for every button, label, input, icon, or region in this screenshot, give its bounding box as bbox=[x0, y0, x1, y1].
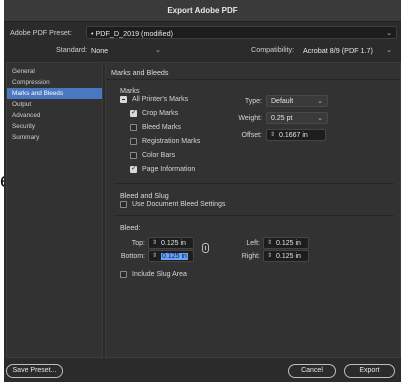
page-information-label: Page Information bbox=[142, 166, 196, 173]
marks-and-bleeds-panel: Marks and Bleeds Marks All Printer's Mar… bbox=[105, 62, 401, 358]
window-title: Export Adobe PDF bbox=[4, 0, 401, 22]
use-document-bleed-label: Use Document Bleed Settings bbox=[132, 201, 226, 208]
chevron-down-icon: ⌄ bbox=[155, 47, 161, 54]
chevron-down-icon: ⌄ bbox=[386, 30, 392, 37]
stepper-icon: ⇕ bbox=[152, 253, 158, 259]
top-bleed-input[interactable]: ⇕ 0.125 in bbox=[148, 237, 194, 249]
type-label: Type: bbox=[244, 98, 262, 105]
left-bleed-value: 0.125 in bbox=[276, 240, 301, 247]
weight-label: Weight: bbox=[238, 115, 262, 122]
bleed-marks-checkbox[interactable]: Bleed Marks bbox=[130, 124, 181, 131]
sidebar-item-output[interactable]: Output bbox=[7, 99, 102, 110]
offset-value: 0.1667 in bbox=[279, 132, 308, 139]
bleed-label: Bleed: bbox=[120, 223, 141, 232]
marks-section-title: Marks bbox=[120, 86, 140, 95]
sidebar-item-summary[interactable]: Summary bbox=[7, 132, 102, 143]
section-divider bbox=[114, 183, 394, 184]
checkbox-unchecked-icon bbox=[130, 138, 137, 145]
checkbox-unchecked-icon bbox=[130, 124, 137, 131]
left-bleed-input[interactable]: ⇕ 0.125 in bbox=[263, 237, 309, 249]
type-value: Default bbox=[271, 98, 294, 105]
export-button[interactable]: Export bbox=[344, 364, 395, 378]
compatibility-select[interactable]: Acrobat 8/9 (PDF 1.7) ⌄ bbox=[298, 43, 397, 56]
weight-select[interactable]: 0.25 pt ⌄ bbox=[266, 112, 328, 124]
registration-marks-label: Registration Marks bbox=[142, 138, 201, 145]
crop-marks-checkbox[interactable]: Crop Marks bbox=[130, 108, 179, 117]
standard-select[interactable]: None ⌄ bbox=[86, 43, 166, 56]
include-slug-label: Include Slug Area bbox=[132, 271, 187, 278]
standard-row: Standard: None ⌄ Compatibility: Acrobat … bbox=[4, 43, 401, 57]
stepper-icon: ⇕ bbox=[270, 132, 276, 138]
left-label: Left: bbox=[246, 240, 260, 247]
top-label: Top: bbox=[131, 240, 145, 247]
stepper-icon: ⇕ bbox=[267, 240, 273, 246]
weight-value: 0.25 pt bbox=[271, 115, 293, 122]
color-bars-checkbox[interactable]: Color Bars bbox=[130, 152, 175, 159]
stepper-icon: ⇕ bbox=[152, 240, 158, 246]
preset-value: • PDF_D_2019 (modified) bbox=[91, 29, 174, 38]
preset-label: Adobe PDF Preset: bbox=[10, 28, 72, 37]
chain-link-icon[interactable] bbox=[202, 243, 209, 253]
standard-value: None bbox=[91, 46, 109, 55]
checkbox-unchecked-icon bbox=[120, 201, 127, 208]
checkbox-unchecked-icon bbox=[130, 152, 137, 159]
right-label: Right: bbox=[241, 253, 260, 260]
panel-divider bbox=[106, 79, 400, 80]
use-document-bleed-checkbox[interactable]: Use Document Bleed Settings bbox=[120, 201, 225, 208]
offset-input[interactable]: ⇕ 0.1667 in bbox=[266, 129, 326, 141]
bottom-bleed-value: 0.125 in bbox=[161, 253, 188, 260]
panel-title: Marks and Bleeds bbox=[111, 68, 169, 77]
sidebar-item-general[interactable]: General bbox=[7, 66, 102, 77]
compatibility-label: Compatibility: bbox=[251, 45, 295, 54]
right-bleed-input[interactable]: ⇕ 0.125 in bbox=[263, 250, 309, 262]
chevron-down-icon: ⌄ bbox=[317, 115, 323, 122]
sidebar-item-security[interactable]: Security bbox=[7, 121, 102, 132]
chevron-down-icon: ⌄ bbox=[386, 47, 392, 54]
page-information-checkbox[interactable]: Page Information bbox=[130, 164, 196, 173]
chevron-down-icon: ⌄ bbox=[317, 98, 323, 105]
bottom-bleed-input[interactable]: ⇕ 0.125 in bbox=[148, 250, 194, 262]
preset-select[interactable]: • PDF_D_2019 (modified) ⌄ bbox=[86, 26, 397, 39]
preset-row: Adobe PDF Preset: • PDF_D_2019 (modified… bbox=[4, 26, 401, 40]
checkbox-checked-icon bbox=[130, 108, 137, 117]
standard-label: Standard: bbox=[56, 45, 88, 54]
bleed-slug-section-title: Bleed and Slug bbox=[120, 191, 169, 200]
bleed-marks-label: Bleed Marks bbox=[142, 124, 181, 131]
compatibility-value: Acrobat 8/9 (PDF 1.7) bbox=[303, 46, 373, 55]
crop-marks-label: Crop Marks bbox=[142, 110, 179, 117]
include-slug-checkbox[interactable]: Include Slug Area bbox=[120, 271, 187, 278]
sidebar-item-marks-and-bleeds[interactable]: Marks and Bleeds bbox=[7, 88, 102, 99]
save-preset-button[interactable]: Save Preset... bbox=[6, 364, 63, 378]
sidebar-item-advanced[interactable]: Advanced bbox=[7, 110, 102, 121]
category-sidebar: General Compression Marks and Bleeds Out… bbox=[6, 62, 103, 358]
sidebar-item-compression[interactable]: Compression bbox=[7, 77, 102, 88]
type-select[interactable]: Default ⌄ bbox=[266, 95, 328, 107]
right-bleed-value: 0.125 in bbox=[276, 253, 301, 260]
checkbox-unchecked-icon bbox=[120, 271, 127, 278]
checkbox-indeterminate-icon bbox=[120, 96, 127, 103]
section-divider bbox=[114, 215, 394, 216]
cancel-button[interactable]: Cancel bbox=[288, 364, 336, 378]
stepper-icon: ⇕ bbox=[267, 253, 273, 259]
offset-label: Offset: bbox=[241, 132, 263, 139]
bottom-label: Bottom: bbox=[120, 253, 145, 260]
color-bars-label: Color Bars bbox=[142, 152, 176, 159]
top-bleed-value: 0.125 in bbox=[161, 240, 186, 247]
export-pdf-dialog: Export Adobe PDF Adobe PDF Preset: • PDF… bbox=[4, 0, 401, 382]
registration-marks-checkbox[interactable]: Registration Marks bbox=[130, 138, 200, 145]
checkbox-checked-icon bbox=[130, 164, 137, 173]
all-printers-marks-label: All Printer's Marks bbox=[132, 96, 189, 103]
all-printers-marks-checkbox[interactable]: All Printer's Marks bbox=[120, 96, 188, 103]
